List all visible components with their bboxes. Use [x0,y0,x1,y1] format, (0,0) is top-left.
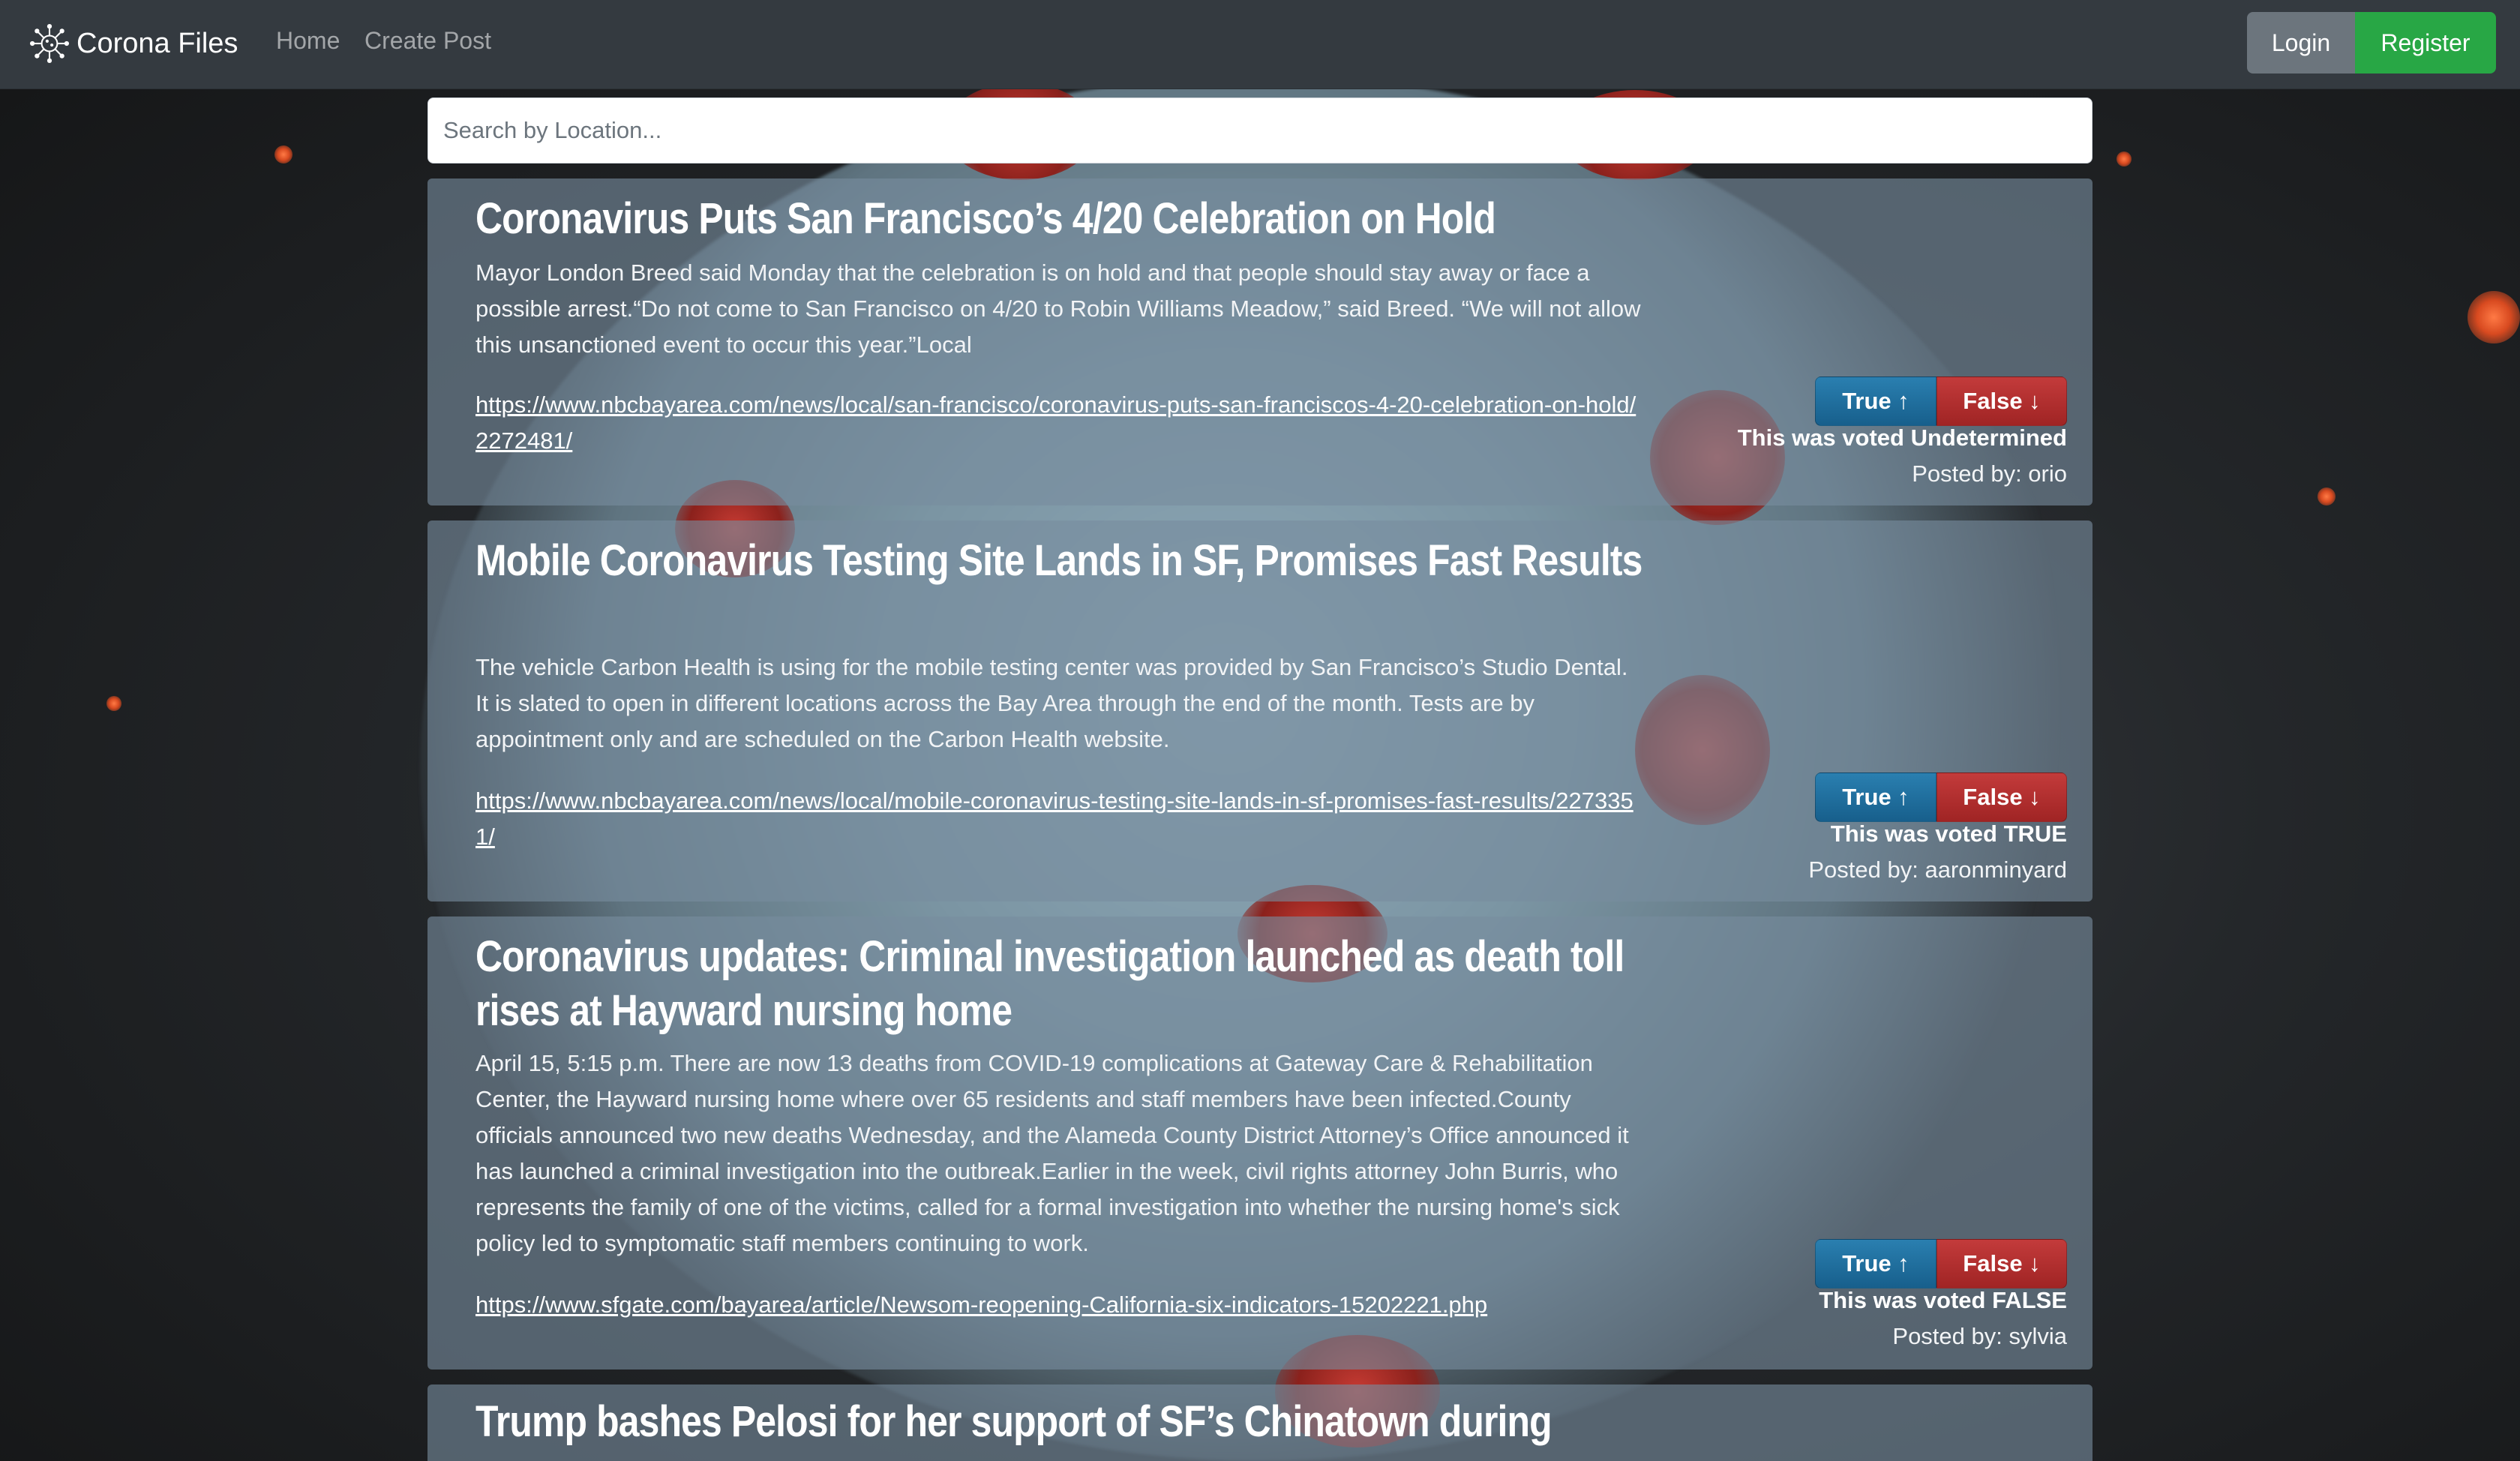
posted-by: Posted by: orio [1912,460,2067,487]
post-source-link[interactable]: https://www.nbcbayarea.com/news/local/sa… [476,387,1646,459]
background-ember [274,146,292,164]
post-source-link[interactable]: https://www.sfgate.com/bayarea/article/N… [476,1287,1646,1323]
nav-link-home[interactable]: Home [276,27,340,55]
brand-link[interactable]: Corona Files [30,20,238,68]
posted-by: Posted by: sylvia [1892,1323,2067,1349]
post-body: Mayor London Breed said Monday that the … [476,260,1641,358]
login-button[interactable]: Login [2247,12,2355,74]
background-ember [2468,291,2520,344]
search-location-input[interactable] [428,98,2092,164]
post-source-link[interactable]: https://www.nbcbayarea.com/news/local/mo… [476,783,1646,855]
vote-true-button[interactable]: True ↑ [1815,376,1936,426]
vote-true-button[interactable]: True ↑ [1815,1239,1936,1288]
vote-status: This was voted FALSE [1819,1287,2067,1313]
vote-false-button[interactable]: False ↓ [1936,772,2067,822]
post-card: Coronavirus Puts San Francisco’s 4/20 Ce… [428,178,2092,506]
brand-name: Corona Files [76,27,238,59]
top-navbar: Corona Files Home Create Post Login Regi… [0,0,2520,89]
vote-button-group: True ↑ False ↓ [1815,1239,2067,1288]
vote-button-group: True ↑ False ↓ [1815,376,2067,426]
posted-by: Posted by: aaronminyard [1808,856,2067,883]
register-button[interactable]: Register [2355,12,2496,74]
vote-button-group: True ↑ False ↓ [1815,772,2067,822]
background-ember [2318,488,2336,506]
post-title: Mobile Coronavirus Testing Site Lands in… [476,536,1642,585]
post-title: Coronavirus Puts San Francisco’s 4/20 Ce… [476,194,1496,243]
post-card: Mobile Coronavirus Testing Site Lands in… [428,520,2092,902]
background-ember [2116,152,2132,166]
post-card: Coronavirus updates: Criminal investigat… [428,916,2092,1370]
vote-false-button[interactable]: False ↓ [1936,1239,2067,1288]
vote-false-button[interactable]: False ↓ [1936,376,2067,426]
vote-true-button[interactable]: True ↑ [1815,772,1936,822]
post-title: Trump bashes Pelosi for her support of S… [476,1397,1552,1446]
post-body: April 15, 5:15 p.m. There are now 13 dea… [476,1050,1629,1256]
virus-logo-icon [30,24,69,63]
nav-link-create-post[interactable]: Create Post [364,27,491,55]
post-title: Coronavirus updates: Criminal investigat… [476,932,1624,1035]
post-card: Trump bashes Pelosi for her support of S… [428,1384,2092,1461]
background-ember [106,696,122,711]
vote-status: This was voted TRUE [1830,820,2067,847]
vote-status: This was voted Undetermined [1737,424,2067,451]
post-body: The vehicle Carbon Health is using for t… [476,654,1628,752]
